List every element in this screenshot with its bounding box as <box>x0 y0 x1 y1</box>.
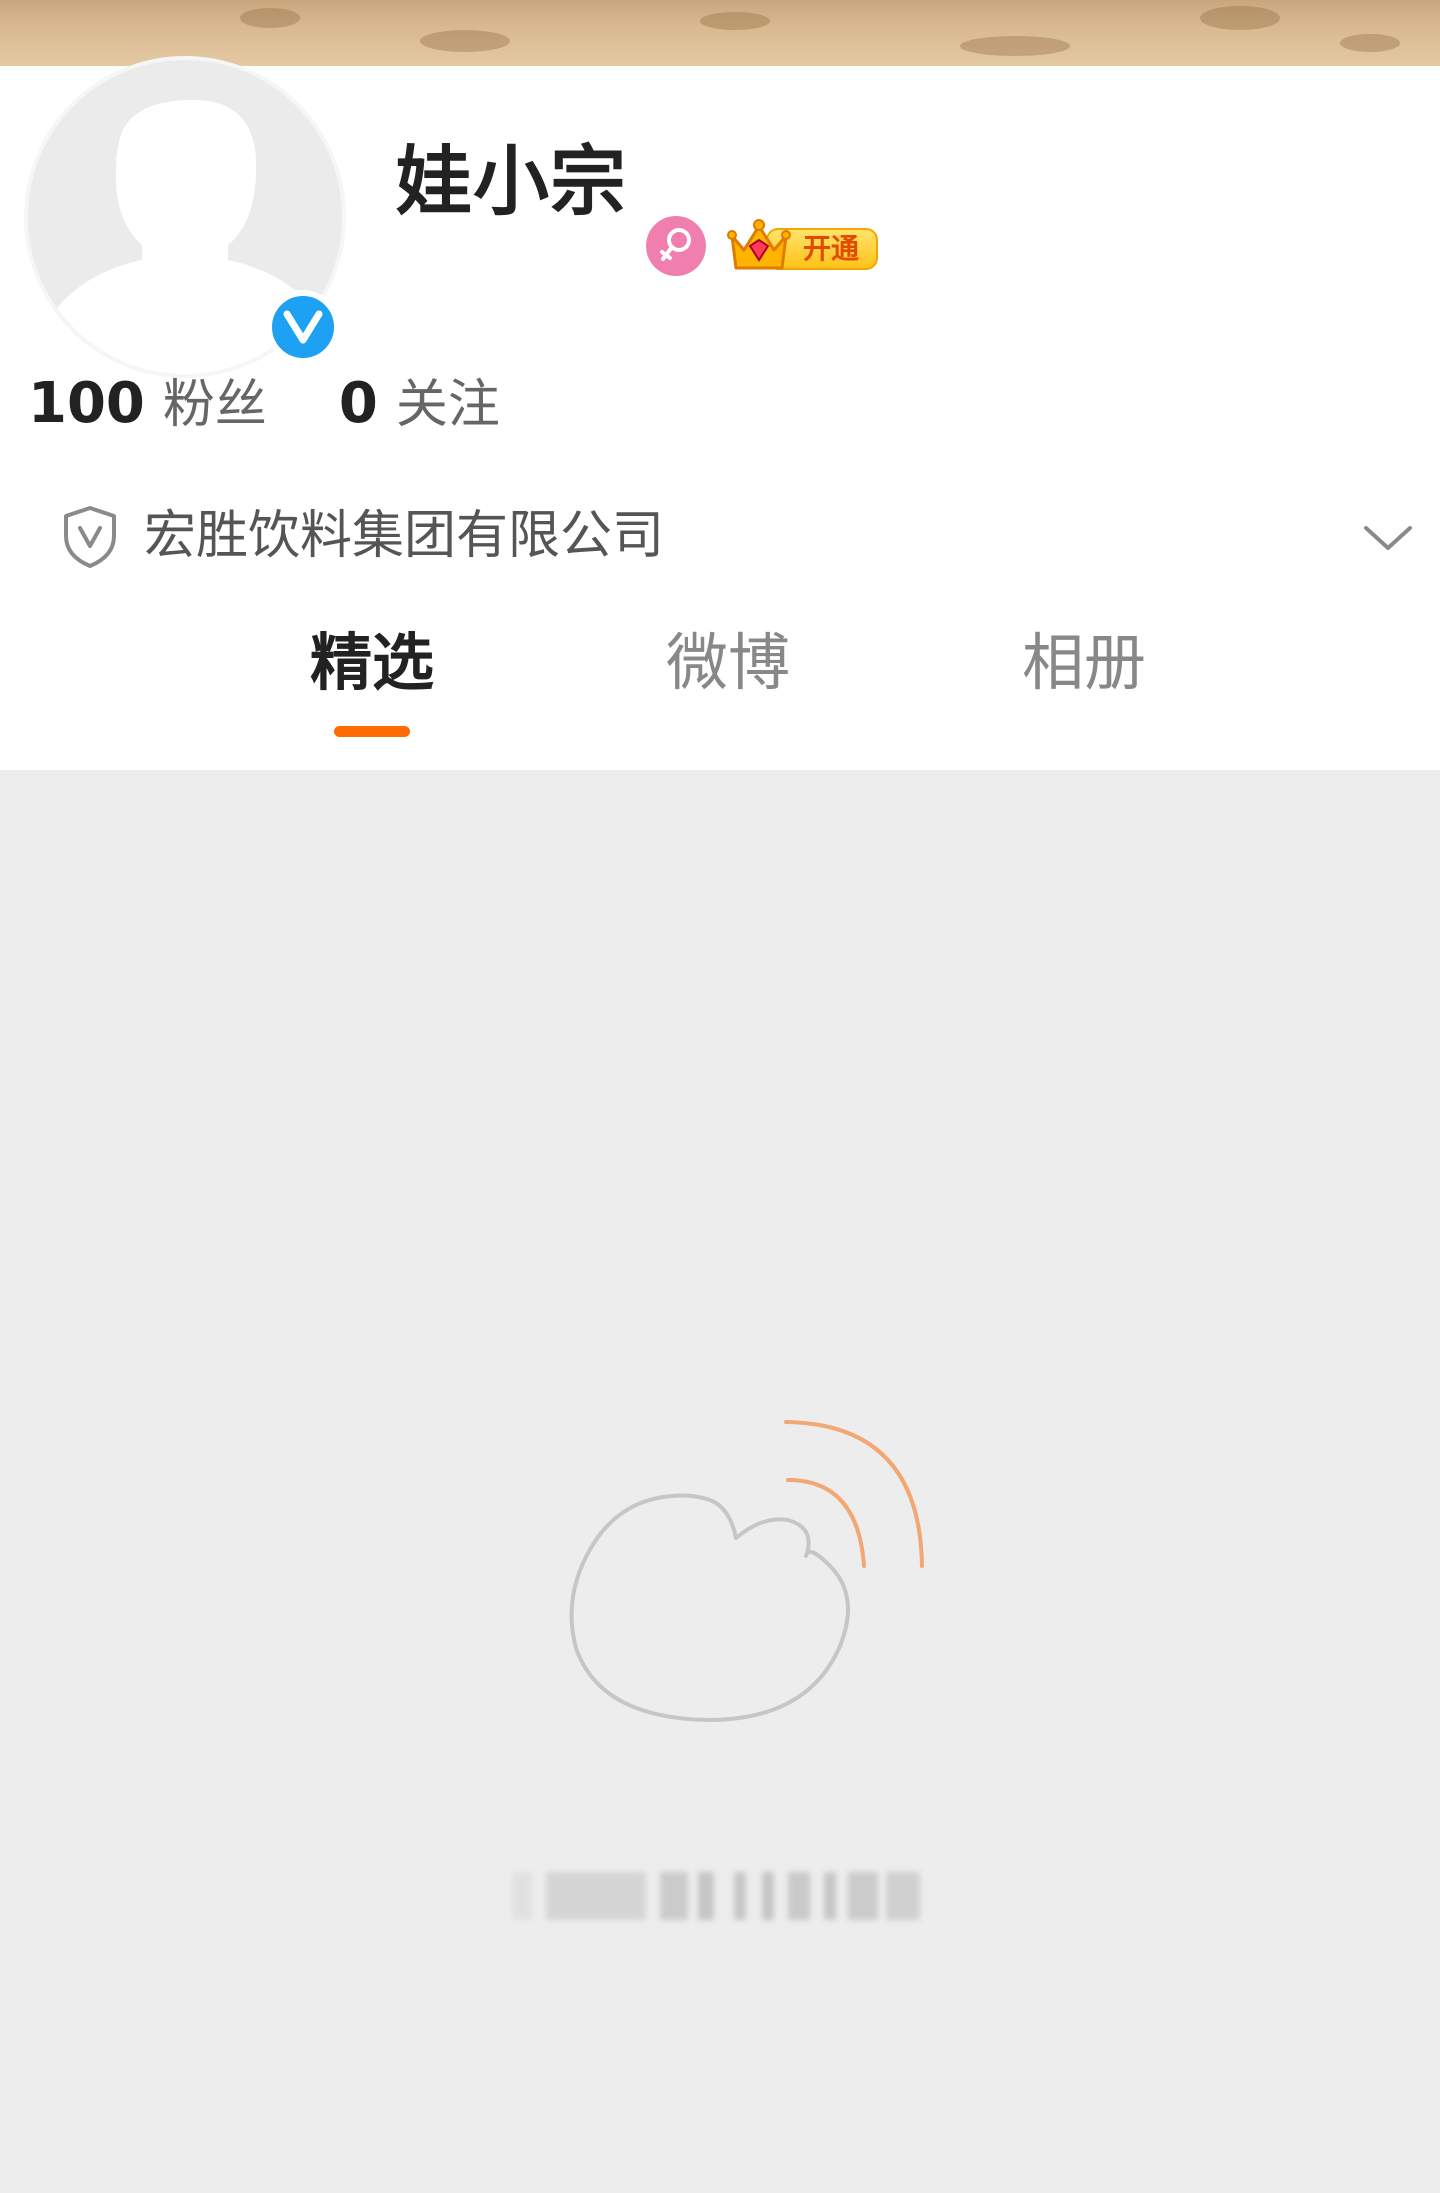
company-info-row[interactable]: 宏胜饮料集团有限公司 <box>0 482 1440 592</box>
profile-header: 娃小宗 开通 100 粉丝 0 关注 宏胜饮料集团有限公司 精选 微博 相册 <box>0 56 1440 770</box>
shield-icon <box>64 506 116 568</box>
verified-badge-icon[interactable] <box>266 290 340 364</box>
vip-open-label: 开通 <box>802 232 859 265</box>
tab-album[interactable]: 相册 <box>974 626 1194 766</box>
female-gender-icon <box>646 216 706 276</box>
followers-label[interactable]: 粉丝 <box>163 362 267 437</box>
tab-featured-label: 精选 <box>309 626 434 699</box>
tab-weibo-label: 微博 <box>665 626 790 699</box>
tab-album-label: 相册 <box>1021 626 1146 699</box>
following-count[interactable]: 0 <box>339 371 378 436</box>
username: 娃小宗 <box>396 137 627 226</box>
crown-icon <box>727 219 791 270</box>
active-tab-indicator <box>334 726 410 737</box>
company-name: 宏胜饮料集团有限公司 <box>144 506 665 566</box>
profile-stats: 100 粉丝 0 关注 <box>28 362 500 448</box>
loading-placeholder-text <box>512 1868 924 1924</box>
following-label[interactable]: 关注 <box>396 362 500 437</box>
weibo-loading-logo-icon <box>569 1420 924 1722</box>
tab-featured[interactable]: 精选 <box>262 626 482 766</box>
vip-open-button[interactable]: 开通 <box>726 216 880 274</box>
followers-count[interactable]: 100 <box>28 371 145 436</box>
tab-weibo[interactable]: 微博 <box>618 626 838 766</box>
profile-cover-image[interactable] <box>0 0 1440 66</box>
profile-tabs: 精选 微博 相册 <box>0 626 1440 766</box>
chevron-down-icon[interactable] <box>1362 522 1414 554</box>
